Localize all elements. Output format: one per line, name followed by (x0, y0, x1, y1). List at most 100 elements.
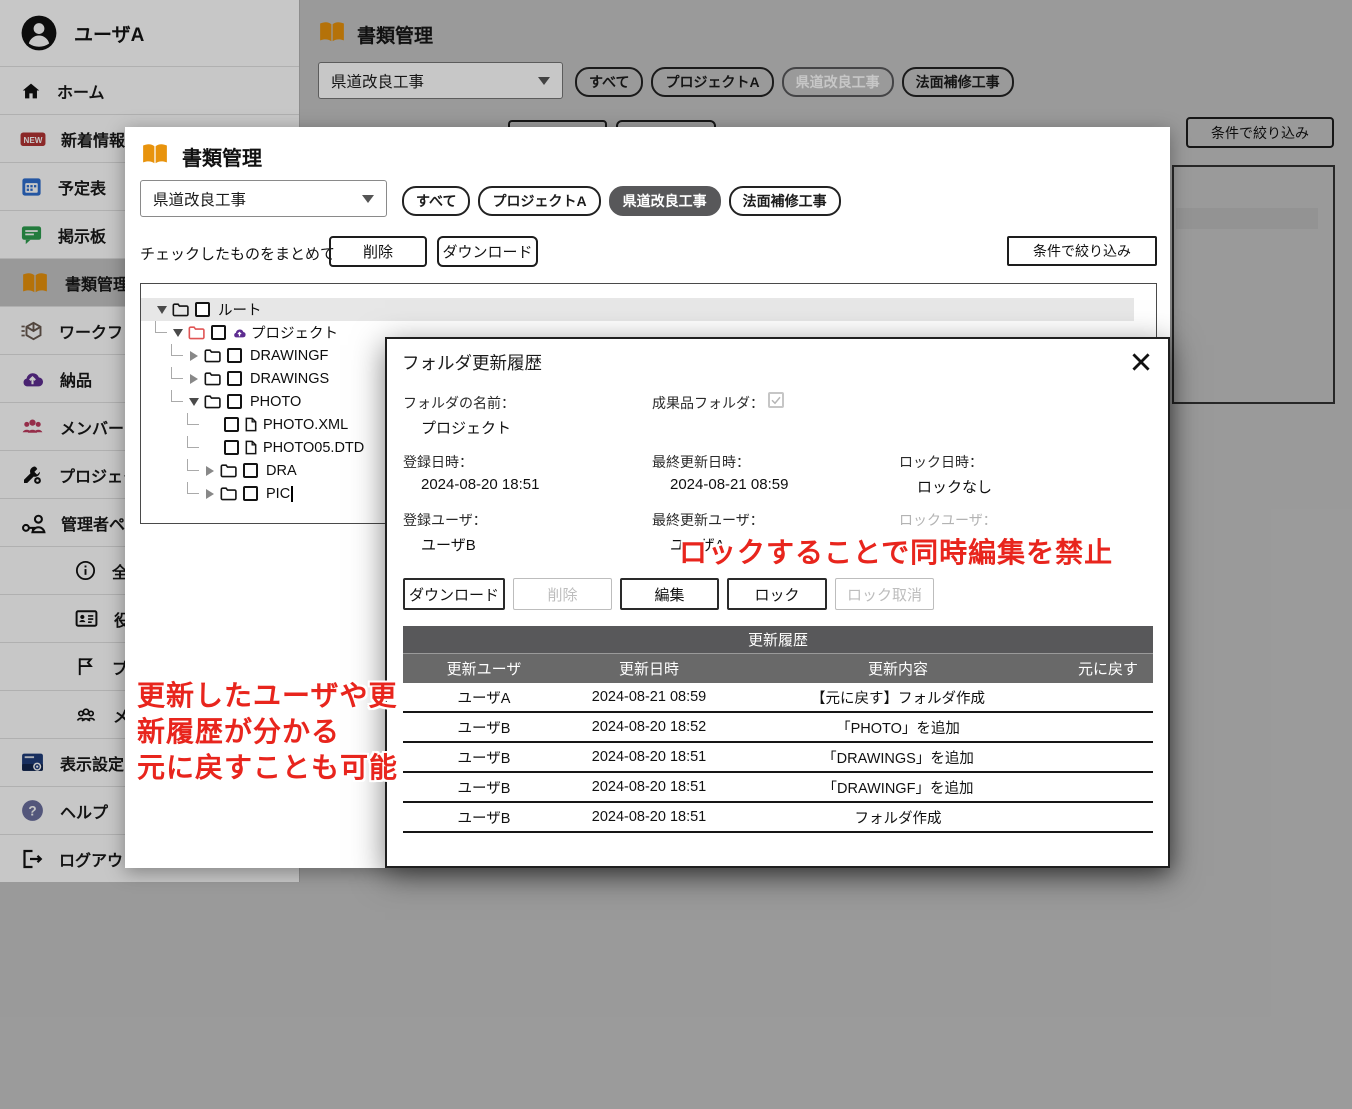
tree-checkbox[interactable] (224, 440, 239, 455)
updated-at-value: 2024-08-21 08:59 (670, 476, 789, 493)
tree-checkbox[interactable] (211, 325, 226, 340)
panel-header: 書類管理 (140, 139, 262, 174)
tree-open-caret-icon[interactable] (171, 328, 184, 337)
history-table: 更新履歴 更新ユーザ 更新日時 更新内容 元に戻す ユーザA 2024-08-21 08… (403, 626, 1153, 833)
annotation-line: 新履歴が分かる (137, 716, 341, 747)
filter-chip[interactable]: すべて (402, 186, 471, 216)
bulk-download-button[interactable]: ダウンロード (437, 236, 538, 267)
tree-checkbox[interactable] (243, 463, 258, 478)
history-column-header: 元に戻す (1077, 661, 1138, 678)
folder-icon (203, 371, 222, 387)
history-cell-content: フォルダ作成 (854, 810, 942, 827)
updated-by-label: 最終更新ユーザ： (652, 512, 764, 528)
tree-label: DRAWINGF (250, 347, 329, 364)
folder-icon (219, 486, 238, 502)
lock-by-label: ロックユーザ： (899, 512, 997, 528)
registered-at-value: 2024-08-20 18:51 (421, 476, 540, 493)
close-icon[interactable] (1126, 347, 1156, 377)
tree-closed-caret-icon[interactable] (187, 350, 200, 361)
registered-at-label: 登録日時： (403, 454, 473, 470)
lock-at-label: ロック日時： (899, 454, 983, 470)
annotation-line: 元に戻すことも可能 (137, 752, 399, 783)
history-cell-user: ユーザA (457, 690, 511, 707)
tree-label: DRAWINGS (250, 370, 330, 387)
tree-connector (187, 436, 199, 448)
tree-connector (187, 482, 199, 494)
lock-at-value: ロックなし (917, 479, 993, 496)
tree-label: PHOTO05.DTD (263, 439, 365, 456)
filter-chip[interactable]: プロジェクトA (478, 186, 601, 216)
tree-checkbox[interactable] (227, 371, 242, 386)
tree-closed-caret-icon[interactable] (187, 373, 200, 384)
modal-button-ダウンロード[interactable]: ダウンロード (403, 578, 505, 610)
history-cell-user: ユーザB (457, 750, 511, 767)
documents-icon (140, 139, 170, 174)
filter-chip[interactable]: 県道改良工事 (608, 186, 721, 216)
tree-label: PHOTO (250, 393, 302, 410)
history-column-header: 更新ユーザ (446, 661, 522, 678)
project-select[interactable]: 県道改良工事 (140, 180, 387, 217)
tree-open-caret-icon[interactable] (155, 305, 168, 314)
history-row: ユーザA 2024-08-21 08:59 【元に戻す】フォルダ作成 (403, 683, 1153, 713)
cloud-small-icon (231, 326, 248, 339)
bulk-action-label: チェックしたものをまとめて (140, 246, 336, 263)
registered-by-value: ユーザB (421, 537, 476, 554)
project-select-value: 県道改良工事 (153, 191, 247, 209)
tree-checkbox[interactable] (224, 417, 239, 432)
modal-button-編集[interactable]: 編集 (620, 578, 719, 610)
deliverable-checkbox[interactable] (768, 392, 784, 408)
tree-closed-caret-icon[interactable] (203, 488, 216, 499)
tree-checkbox[interactable] (195, 302, 210, 317)
history-cell-datetime: 2024-08-20 18:51 (591, 749, 707, 765)
history-cell-datetime: 2024-08-20 18:52 (591, 719, 707, 735)
tree-open-caret-icon[interactable] (187, 397, 200, 406)
history-cell-content: 「PHOTO」を追加 (836, 720, 960, 737)
tree-connector (171, 367, 183, 379)
tree-connector (171, 390, 183, 402)
tree-connector (171, 344, 183, 356)
bulk-delete-button[interactable]: 削除 (329, 236, 427, 267)
folder-history-modal: フォルダ更新履歴 フォルダの名前： プロジェクト 成果品フォルダ： 登録日時： … (385, 337, 1170, 868)
history-cell-content: 【元に戻す】フォルダ作成 (811, 690, 985, 707)
filter-condition-button[interactable]: 条件で絞り込み (1007, 236, 1157, 266)
folder-icon (203, 394, 222, 410)
folder-name-value: プロジェクト (421, 420, 512, 437)
history-row: ユーザB 2024-08-20 18:51 フォルダ作成 (403, 803, 1153, 833)
folder-icon (171, 302, 190, 318)
history-row: ユーザB 2024-08-20 18:52 「PHOTO」を追加 (403, 713, 1153, 743)
deliverable-folder-label: 成果品フォルダ： (652, 395, 764, 411)
tree-label: PIC (266, 485, 291, 502)
history-cell-user: ユーザB (457, 780, 511, 797)
text-cursor (291, 485, 293, 502)
tree-checkbox[interactable] (243, 486, 258, 501)
history-cell-user: ユーザB (457, 810, 511, 827)
updated-at-label: 最終更新日時： (652, 454, 750, 470)
annotation-line: 更新したユーザや更 (137, 680, 398, 711)
modal-button-ロック取消: ロック取消 (835, 578, 934, 610)
tree-checkbox[interactable] (227, 394, 242, 409)
history-cell-datetime: 2024-08-20 18:51 (591, 809, 707, 825)
tree-connector (187, 459, 199, 471)
history-cell-datetime: 2024-08-21 08:59 (591, 689, 707, 705)
history-table-header: 更新ユーザ 更新日時 更新内容 元に戻す (403, 653, 1153, 683)
tree-closed-caret-icon[interactable] (203, 465, 216, 476)
tree-label: PHOTO.XML (263, 416, 349, 433)
chevron-down-icon (362, 194, 374, 203)
modal-button-削除: 削除 (513, 578, 612, 610)
panel-title: 書類管理 (182, 148, 262, 170)
tree-row-ルート[interactable]: ルート (141, 298, 1134, 321)
tree-checkbox[interactable] (227, 348, 242, 363)
modal-title: フォルダ更新履歴 (402, 353, 542, 373)
registered-by-label: 登録ユーザ： (403, 512, 487, 528)
modal-button-ロック[interactable]: ロック (727, 578, 827, 610)
filter-chip[interactable]: 法面補修工事 (728, 186, 841, 216)
